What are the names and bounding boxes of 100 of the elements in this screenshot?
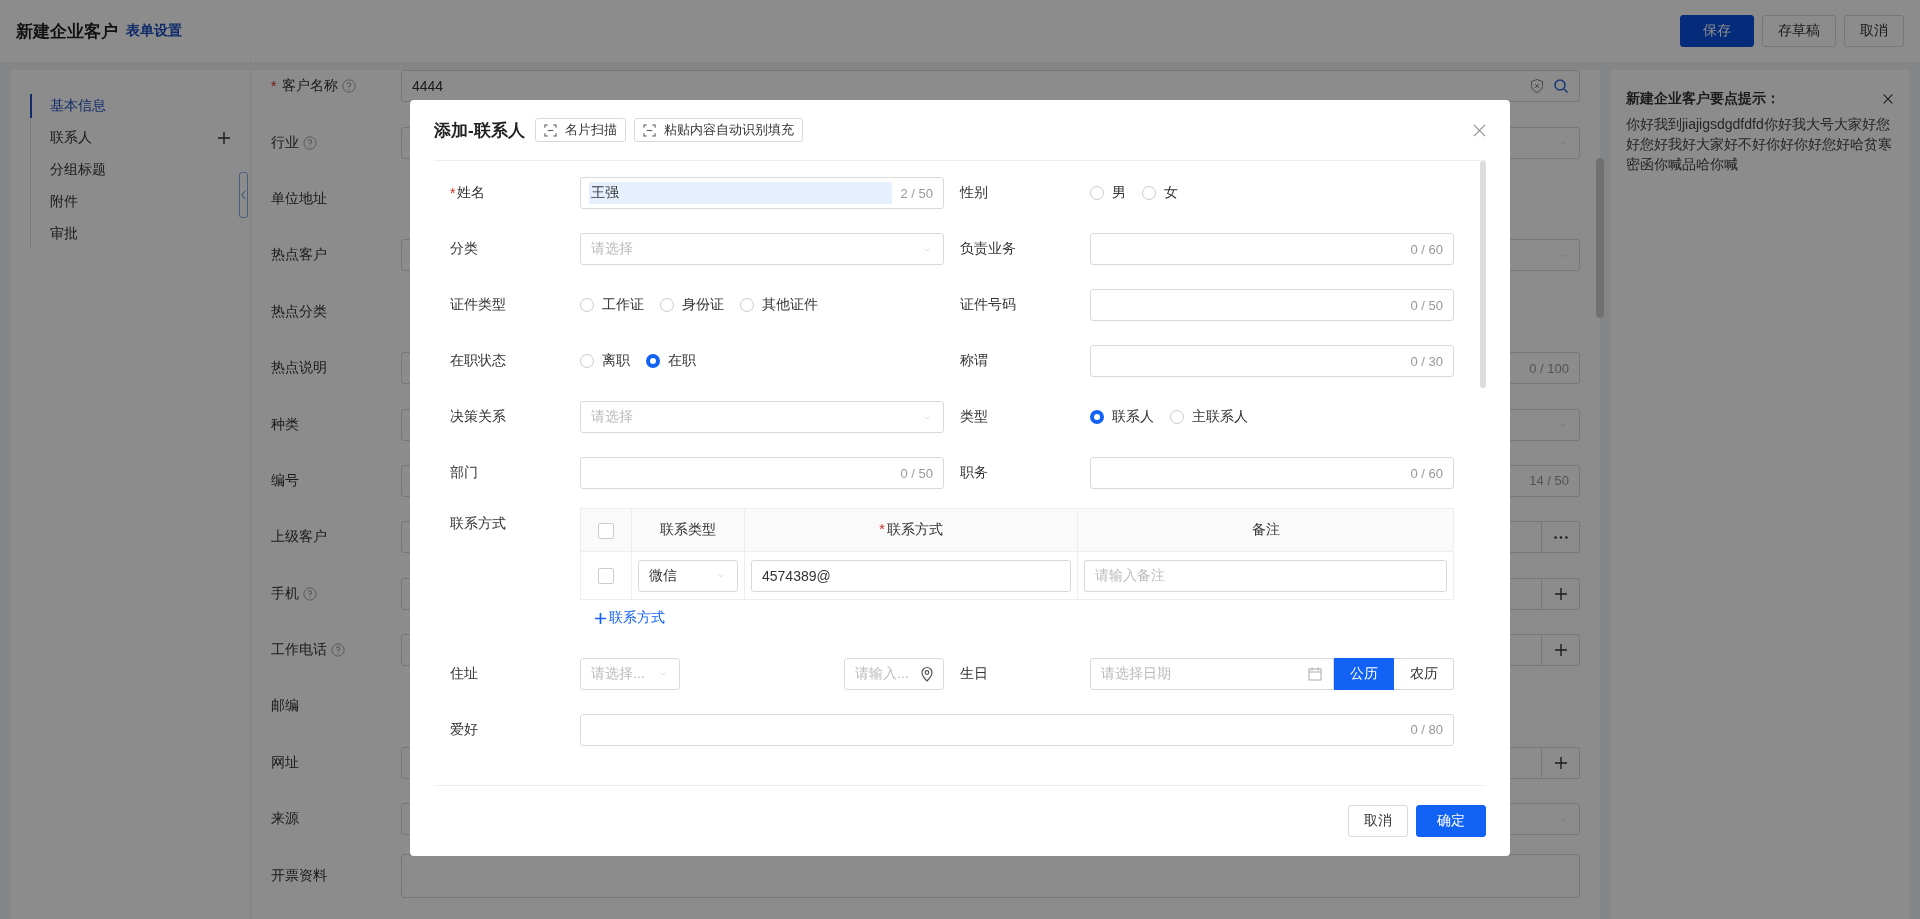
form-settings-link[interactable]: 表单设置 — [126, 22, 182, 40]
help-icon[interactable] — [303, 135, 317, 150]
select-field[interactable]: 微信 — [638, 559, 738, 592]
radio-option[interactable]: 主联系人 — [1170, 408, 1248, 426]
char-count: 0 / 30 — [1410, 353, 1443, 369]
location-pin-icon — [919, 665, 935, 682]
checkbox[interactable] — [598, 568, 614, 585]
field-label: 性别 — [960, 184, 988, 202]
header-button[interactable]: 存草稿 — [1762, 15, 1836, 47]
nav-item[interactable]: 联系人 — [30, 126, 231, 150]
field-label: 证件类型 — [450, 296, 506, 314]
tips-title: 新建企业客户要点提示： — [1626, 90, 1780, 108]
field-label: 称谓 — [960, 352, 988, 370]
field-label: 邮编 — [271, 697, 299, 716]
header-button[interactable]: 保存 — [1680, 15, 1754, 47]
dialog-title: 添加-联系人 — [434, 119, 525, 142]
nav-item[interactable]: 基本信息 — [30, 94, 231, 118]
radio-option[interactable]: 离职 — [580, 352, 630, 370]
scan-icon — [642, 123, 656, 137]
char-count: 14 / 50 — [1529, 473, 1569, 489]
text-input[interactable]: 0 / 60 — [1090, 233, 1454, 265]
calendar-toggle[interactable]: 公历 — [1334, 657, 1394, 690]
column-header: 联系类型 — [660, 521, 716, 537]
field-label: 姓名 — [457, 184, 486, 202]
collapse-handle[interactable] — [239, 172, 248, 218]
char-count: 0 / 100 — [1529, 360, 1569, 376]
shield-icon[interactable] — [1529, 78, 1545, 95]
field-label: 生日 — [960, 664, 988, 683]
column-header: 备注 — [1251, 521, 1280, 537]
field-label: 热点说明 — [271, 359, 327, 378]
nav-item[interactable]: 分组标题 — [30, 158, 231, 182]
radio-option[interactable]: 其他证件 — [740, 296, 818, 314]
text-input[interactable]: 0 / 30 — [1090, 345, 1454, 377]
help-icon[interactable] — [331, 643, 345, 658]
required-mark: * — [271, 78, 277, 95]
calendar-icon — [1307, 665, 1323, 682]
field-label: 开票资料 — [271, 866, 327, 885]
field-label: 网址 — [271, 753, 299, 772]
radio-option[interactable]: 工作证 — [580, 296, 644, 314]
append-button[interactable] — [1542, 577, 1580, 610]
scrollbar[interactable] — [1480, 161, 1486, 388]
search-icon[interactable] — [1553, 78, 1569, 95]
required-mark: * — [450, 185, 456, 201]
text-input[interactable]: 0 / 50 — [580, 457, 944, 489]
tips-text: 你好我到jiajigsdgdfdfd你好我大号大家好您好您好我好大家好不好你好你好您好哈贫寒密函你喊品哈你喊 — [1626, 115, 1893, 174]
dialog-button[interactable]: 确定 — [1416, 805, 1486, 837]
text-input[interactable]: 0 / 60 — [1090, 457, 1454, 489]
radio-button[interactable] — [1090, 410, 1104, 424]
scan-button[interactable]: 粘贴内容自动识别填充 — [633, 118, 803, 142]
field-label: 联系方式 — [450, 515, 506, 533]
input-value: 王强 — [589, 182, 893, 204]
radio-option[interactable]: 身份证 — [660, 296, 724, 314]
char-count: 0 / 50 — [900, 465, 933, 481]
page-title: 新建企业客户 — [16, 20, 118, 43]
checkbox[interactable] — [598, 522, 614, 539]
text-input[interactable]: 0 / 50 — [1090, 289, 1454, 321]
field-label: 种类 — [271, 415, 299, 434]
scrollbar[interactable] — [1596, 158, 1604, 318]
field-label: 工作电话 — [271, 641, 327, 660]
text-input[interactable]: 0 / 80 — [580, 713, 1454, 746]
nav-item[interactable]: 审批 — [30, 222, 231, 246]
add-contact-link[interactable]: 联系方式 — [594, 609, 665, 627]
field-label: 决策关系 — [450, 408, 506, 426]
close-icon[interactable] — [1473, 123, 1486, 137]
header-button[interactable]: 取消 — [1844, 15, 1904, 47]
dialog-button[interactable]: 取消 — [1348, 805, 1408, 837]
help-icon[interactable] — [342, 79, 357, 94]
radio-option[interactable]: 女 — [1142, 184, 1178, 202]
placeholder-text: 请选择 — [591, 240, 634, 258]
append-button[interactable] — [1542, 634, 1580, 667]
field-label: 部门 — [450, 464, 478, 482]
field-label: 行业 — [271, 133, 299, 152]
radio-button[interactable] — [646, 354, 660, 368]
char-count: 0 / 50 — [1410, 297, 1443, 313]
radio-option[interactable]: 男 — [1090, 184, 1126, 202]
field-label: 住址 — [450, 664, 478, 683]
text-input[interactable]: 4574389@ — [751, 559, 1071, 592]
input-value: 4444 — [412, 78, 445, 95]
plus-icon — [1552, 585, 1569, 602]
text-input[interactable]: 4444 — [401, 70, 1580, 103]
field-label: 证件号码 — [960, 296, 1016, 314]
scan-icon — [543, 123, 557, 137]
more-icon — [1553, 535, 1568, 539]
calendar-toggle[interactable]: 农历 — [1394, 657, 1454, 690]
append-button[interactable] — [1542, 521, 1580, 554]
column-header: 联系方式 — [886, 521, 943, 537]
text-input[interactable]: 王强 2 / 50 — [580, 177, 944, 209]
append-button[interactable] — [1542, 746, 1580, 779]
help-icon[interactable] — [303, 586, 317, 601]
field-label: 来源 — [271, 810, 299, 829]
field-label: 编号 — [271, 471, 299, 490]
radio-option[interactable]: 联系人 — [1090, 408, 1154, 426]
plus-icon[interactable] — [217, 131, 231, 145]
close-icon[interactable] — [1882, 93, 1894, 105]
field-label: 热点客户 — [271, 246, 327, 265]
textarea-field[interactable] — [401, 853, 1580, 898]
scan-button[interactable]: 名片扫描 — [534, 118, 626, 142]
radio-option[interactable]: 在职 — [646, 352, 696, 370]
nav-item[interactable]: 附件 — [30, 190, 231, 214]
field-label: 职务 — [960, 464, 988, 482]
